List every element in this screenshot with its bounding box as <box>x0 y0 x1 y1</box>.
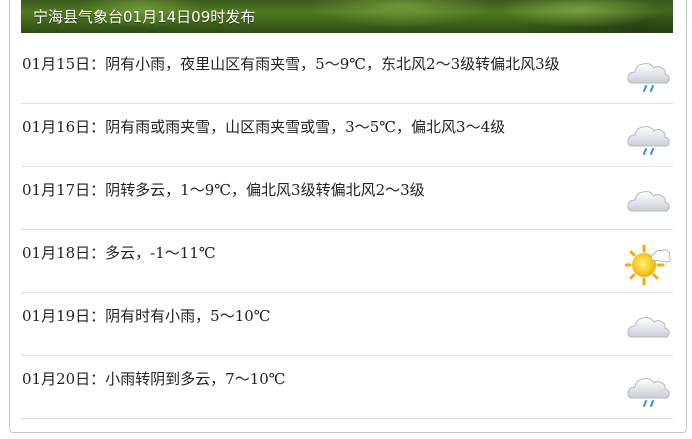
forecast-text: 01月16日：阴有雨或雨夹雪，山区雨夹雪或雪，3～5℃，偏北风3～4级 <box>22 118 506 136</box>
forecast-row: 01月18日：多云，-1～11℃ <box>21 230 673 293</box>
partly-cloudy-sun-icon <box>625 244 671 286</box>
forecast-banner: 宁海县气象台01月14日09时发布 <box>21 0 673 33</box>
light-rain-icon <box>627 126 670 155</box>
light-rain-icon <box>627 63 670 92</box>
forecast-row: 01月17日：阴转多云，1～9℃，偏北风3级转偏北风2～3级 <box>21 167 673 230</box>
forecast-row: 01月20日：小雨转阴到多云，7～10℃ <box>21 356 673 419</box>
forecast-row: 01月15日：阴有小雨，夜里山区有雨夹雪，5～9℃，东北风2～3级转偏北风3级 <box>21 41 673 104</box>
page-title: 宁海县气象台01月14日09时发布 <box>33 8 256 26</box>
light-rain-icon <box>627 378 670 407</box>
forecast-row: 01月16日：阴有雨或雨夹雪，山区雨夹雪或雪，3～5℃，偏北风3～4级 <box>21 104 673 167</box>
cloudy-icon <box>627 317 670 338</box>
forecast-text: 01月20日：小雨转阴到多云，7～10℃ <box>22 370 286 388</box>
forecast-text: 01月19日：阴有时有小雨，5～10℃ <box>22 307 271 325</box>
cloudy-icon <box>627 191 670 212</box>
forecast-row: 01月19日：阴有时有小雨，5～10℃ <box>21 293 673 356</box>
forecast-text: 01月18日：多云，-1～11℃ <box>22 244 216 262</box>
forecast-text: 01月15日：阴有小雨，夜里山区有雨夹雪，5～9℃，东北风2～3级转偏北风3级 <box>22 55 560 73</box>
forecast-text: 01月17日：阴转多云，1～9℃，偏北风3级转偏北风2～3级 <box>22 181 425 199</box>
